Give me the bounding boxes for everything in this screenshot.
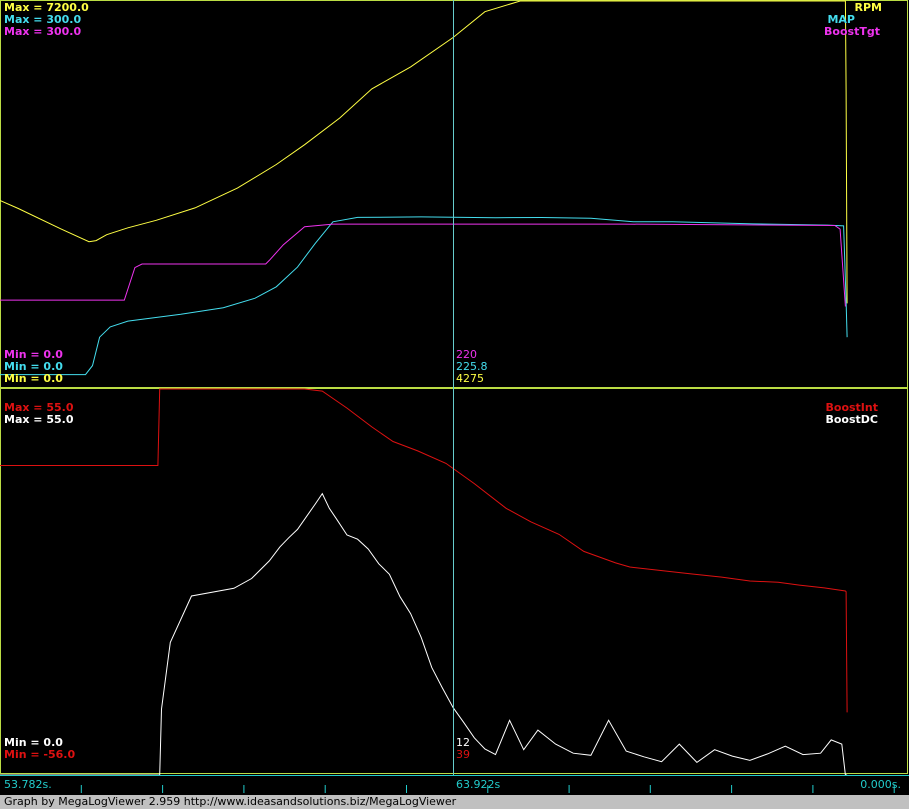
boostdc-min-label: Min = 0.0 <box>4 736 63 749</box>
map-cursor-value: 225.8 <box>456 360 488 373</box>
time-axis-right-label: 0.000s. <box>860 778 901 791</box>
legend-boostdc[interactable]: BoostDC <box>825 414 878 425</box>
legend-map[interactable]: MAP <box>827 14 855 25</box>
log-graph[interactable] <box>0 0 909 809</box>
map-min-label: Min = 0.0 <box>4 360 63 373</box>
boosttgt-max-label: Max = 300.0 <box>4 25 82 38</box>
boostdc-max-label: Max = 55.0 <box>4 413 74 426</box>
map-max-label: Max = 300.0 <box>4 13 82 26</box>
rpm-max-label: Max = 7200.0 <box>4 1 89 14</box>
boostdc-cursor-value: 12 <box>456 736 470 749</box>
legend-boostint[interactable]: BoostInt <box>826 402 879 413</box>
rpm-cursor-value: 4275 <box>456 372 484 385</box>
boosttgt-min-label: Min = 0.0 <box>4 348 63 361</box>
boostint-cursor-value: 39 <box>456 748 470 761</box>
time-axis-left-label: 53.782s. <box>4 778 52 791</box>
boosttgt-cursor-value: 220 <box>456 348 477 361</box>
time-axis-cursor-label: 63.922s <box>456 778 501 791</box>
boostint-max-label: Max = 55.0 <box>4 401 74 414</box>
rpm-min-label: Min = 0.0 <box>4 372 63 385</box>
boostint-min-label: Min = -56.0 <box>4 748 76 761</box>
legend-boosttgt[interactable]: BoostTgt <box>824 26 880 37</box>
legend-rpm[interactable]: RPM <box>855 2 882 13</box>
footer-credit: Graph by MegaLogViewer 2.959 http://www.… <box>0 795 909 809</box>
plot-background <box>0 0 909 809</box>
